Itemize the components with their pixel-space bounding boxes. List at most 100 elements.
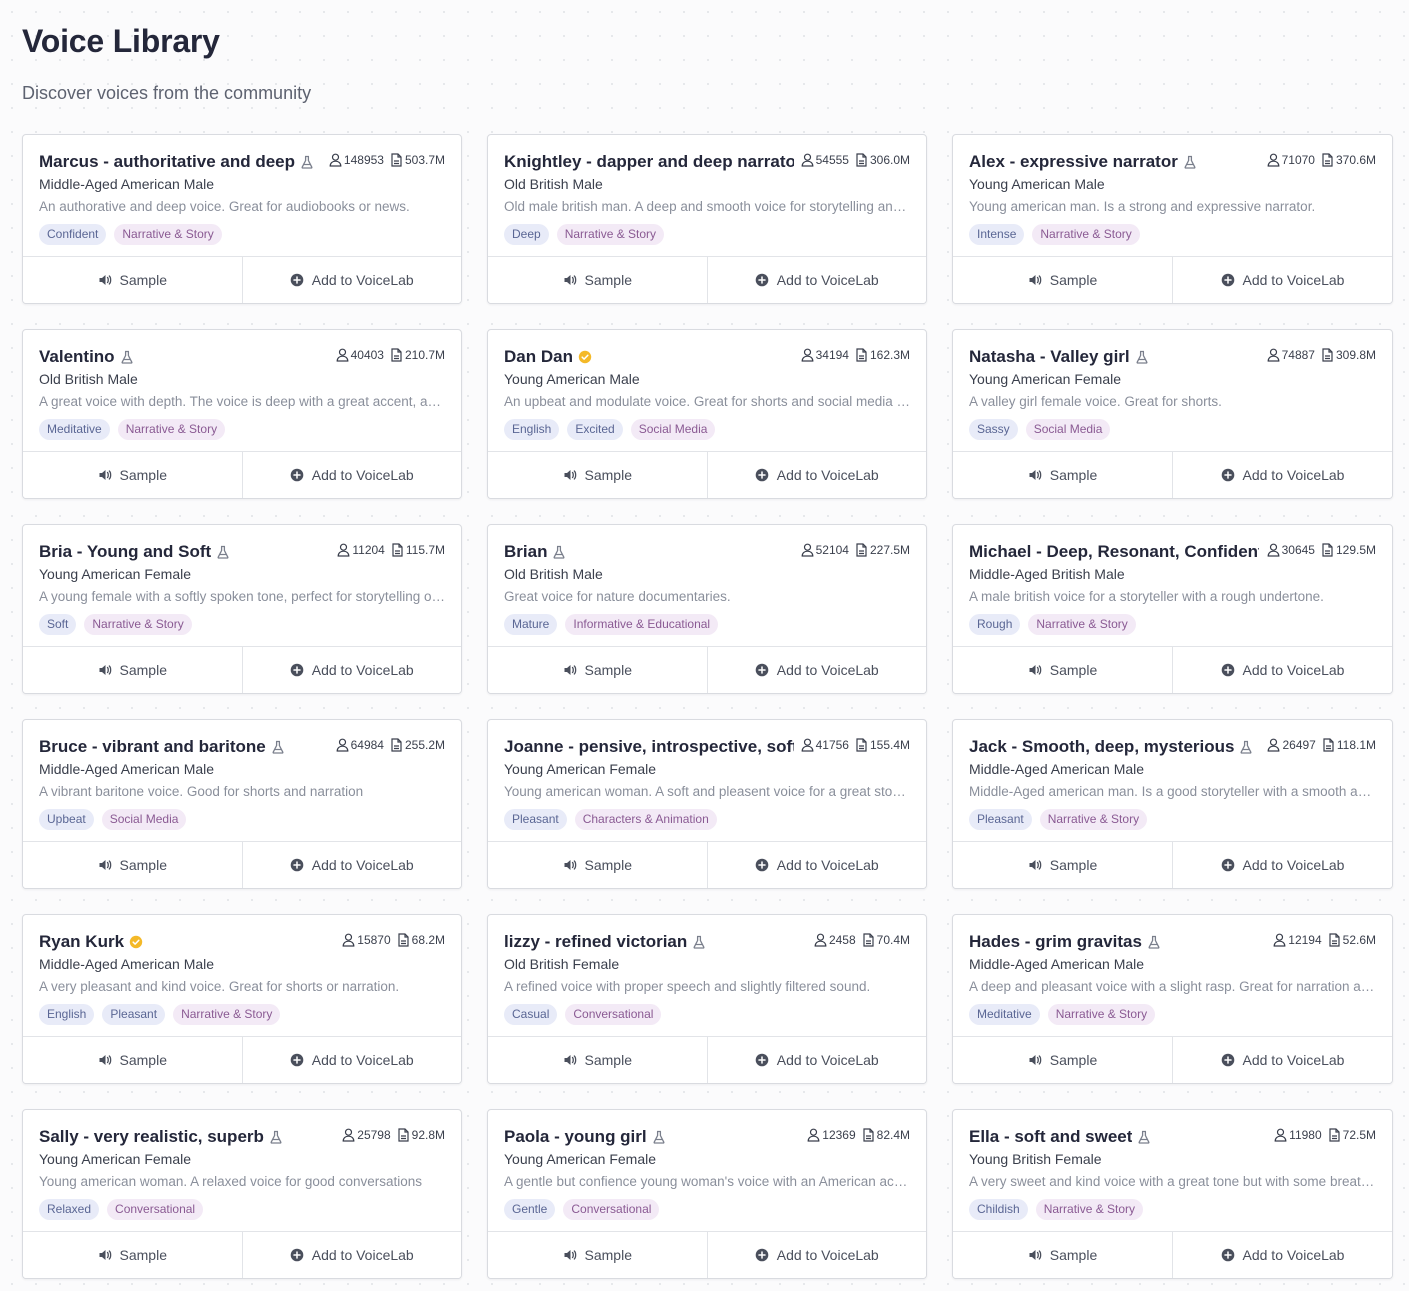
chars-stat: 210.7M (390, 348, 445, 362)
sample-button[interactable]: Sample (953, 842, 1172, 888)
flask-icon (271, 740, 285, 754)
voice-name-text: Ryan Kurk (39, 932, 125, 951)
users-stat: 54555 (801, 153, 849, 167)
add-to-voicelab-button[interactable]: Add to VoiceLab (1172, 647, 1392, 693)
document-icon (1322, 543, 1333, 557)
voice-name: Bruce - vibrant and baritone (39, 737, 285, 757)
add-to-voicelab-button[interactable]: Add to VoiceLab (1172, 257, 1392, 303)
speaker-icon (564, 1055, 576, 1065)
sample-button[interactable]: Sample (488, 257, 707, 303)
sample-button[interactable]: Sample (488, 647, 707, 693)
add-to-voicelab-label: Add to VoiceLab (1242, 272, 1345, 288)
sample-button[interactable]: Sample (953, 1232, 1172, 1278)
users-stat: 15870 (342, 933, 391, 947)
voice-name-text: lizzy - refined victorian (504, 932, 688, 951)
chars-count: 503.7M (404, 153, 445, 167)
add-to-voicelab-label: Add to VoiceLab (311, 467, 414, 483)
add-to-voicelab-button[interactable]: Add to VoiceLab (706, 647, 926, 693)
add-to-voicelab-label: Add to VoiceLab (776, 1247, 879, 1263)
speaker-icon (1029, 665, 1042, 675)
document-icon (863, 1128, 874, 1142)
voice-meta: Middle-Aged American Male (39, 956, 215, 972)
sample-button[interactable]: Sample (953, 1037, 1172, 1083)
verified-icon (578, 350, 592, 364)
sample-button[interactable]: Sample (488, 1232, 707, 1278)
voice-header-row: Natasha - Valley girl 74887 309.8M (969, 346, 1376, 368)
sample-button[interactable]: Sample (953, 257, 1172, 303)
sample-button[interactable]: Sample (488, 452, 707, 498)
flask-icon (1135, 350, 1149, 364)
add-to-voicelab-button[interactable]: Add to VoiceLab (241, 257, 461, 303)
chars-count: 72.5M (1342, 1128, 1376, 1142)
user-icon (1267, 348, 1279, 362)
voice-card-body: lizzy - refined victorian 2458 70.4M Old… (488, 915, 926, 1037)
sample-button[interactable]: Sample (23, 257, 242, 303)
voice-header-row: Marcus - authoritative and deep 148953 5… (39, 151, 445, 173)
voice-name: Joanne - pensive, introspective, soft (504, 737, 794, 757)
voice-description: Young american man. Is a strong and expr… (969, 199, 1316, 214)
voice-description: A great voice with depth. The voice is d… (39, 394, 445, 409)
add-to-voicelab-button[interactable]: Add to VoiceLab (706, 1037, 926, 1083)
add-to-voicelab-button[interactable]: Add to VoiceLab (241, 842, 461, 888)
voice-header-row: Bria - Young and Soft 11204 115.7M (39, 541, 445, 563)
sample-button[interactable]: Sample (23, 452, 242, 498)
chars-count: 70.4M (876, 933, 910, 947)
user-icon (336, 348, 348, 362)
chars-stat: 52.6M (1328, 933, 1376, 947)
speaker-icon (564, 665, 576, 675)
voice-card: Sally - very realistic, superb 25798 92.… (22, 1109, 462, 1279)
sample-button[interactable]: Sample (23, 1037, 242, 1083)
add-to-voicelab-button[interactable]: Add to VoiceLab (706, 452, 926, 498)
voice-actions: Sample Add to VoiceLab (953, 1037, 1392, 1083)
voice-tags: English Excited Social Media (504, 419, 910, 440)
voice-header-row: Dan Dan 34194 162.3M (504, 346, 910, 368)
voice-meta: Old British Female (504, 956, 620, 972)
voice-tag: Sassy (969, 419, 1018, 440)
sample-label: Sample (119, 1247, 167, 1263)
add-to-voicelab-button[interactable]: Add to VoiceLab (1172, 842, 1392, 888)
voice-tag: Relaxed (39, 1199, 100, 1220)
sample-button[interactable]: Sample (488, 1037, 707, 1083)
plus-circle-icon (1221, 663, 1234, 677)
add-to-voicelab-button[interactable]: Add to VoiceLab (241, 647, 461, 693)
user-icon (1273, 933, 1286, 947)
flask-icon (269, 1130, 283, 1144)
chars-count: 210.7M (404, 348, 445, 362)
add-to-voicelab-button[interactable]: Add to VoiceLab (1172, 1232, 1392, 1278)
voice-tag: Conversational (563, 1199, 660, 1220)
sample-button[interactable]: Sample (23, 647, 242, 693)
flask-icon (552, 545, 566, 559)
voice-actions: Sample Add to VoiceLab (953, 842, 1392, 888)
voice-card-body: Valentino 40403 210.7M Old British Male … (23, 330, 461, 452)
page-title: Voice Library (22, 23, 220, 59)
sample-button[interactable]: Sample (953, 452, 1172, 498)
sample-button[interactable]: Sample (23, 842, 242, 888)
sample-button[interactable]: Sample (953, 647, 1172, 693)
user-icon (801, 738, 813, 752)
add-to-voicelab-button[interactable]: Add to VoiceLab (241, 452, 461, 498)
users-count: 25798 (357, 1128, 391, 1142)
add-to-voicelab-button[interactable]: Add to VoiceLab (1172, 1037, 1392, 1083)
user-icon (342, 933, 355, 947)
voice-meta: Middle-Aged American Male (39, 176, 215, 192)
add-to-voicelab-button[interactable]: Add to VoiceLab (706, 842, 926, 888)
add-to-voicelab-label: Add to VoiceLab (1242, 467, 1345, 483)
speaker-icon (1029, 860, 1042, 870)
add-to-voicelab-button[interactable]: Add to VoiceLab (706, 257, 926, 303)
voice-tag: Deep (504, 224, 549, 245)
sample-label: Sample (584, 1247, 632, 1263)
voice-description: Young american woman. A soft and pleasen… (504, 784, 910, 799)
add-to-voicelab-label: Add to VoiceLab (311, 857, 414, 873)
add-to-voicelab-button[interactable]: Add to VoiceLab (241, 1232, 461, 1278)
sample-button[interactable]: Sample (488, 842, 707, 888)
voice-description: Old male british man. A deep and smooth … (504, 199, 910, 214)
voice-card: Ryan Kurk 15870 68.2M Middle-Aged Americ… (22, 914, 462, 1084)
add-to-voicelab-button[interactable]: Add to VoiceLab (706, 1232, 926, 1278)
add-to-voicelab-button[interactable]: Add to VoiceLab (241, 1037, 461, 1083)
chars-count: 68.2M (411, 933, 445, 947)
voice-name: lizzy - refined victorian (504, 932, 706, 952)
speaker-icon (1029, 1250, 1042, 1260)
voice-header-row: Ella - soft and sweet 11980 72.5M (969, 1126, 1376, 1148)
sample-button[interactable]: Sample (23, 1232, 242, 1278)
add-to-voicelab-button[interactable]: Add to VoiceLab (1172, 452, 1392, 498)
